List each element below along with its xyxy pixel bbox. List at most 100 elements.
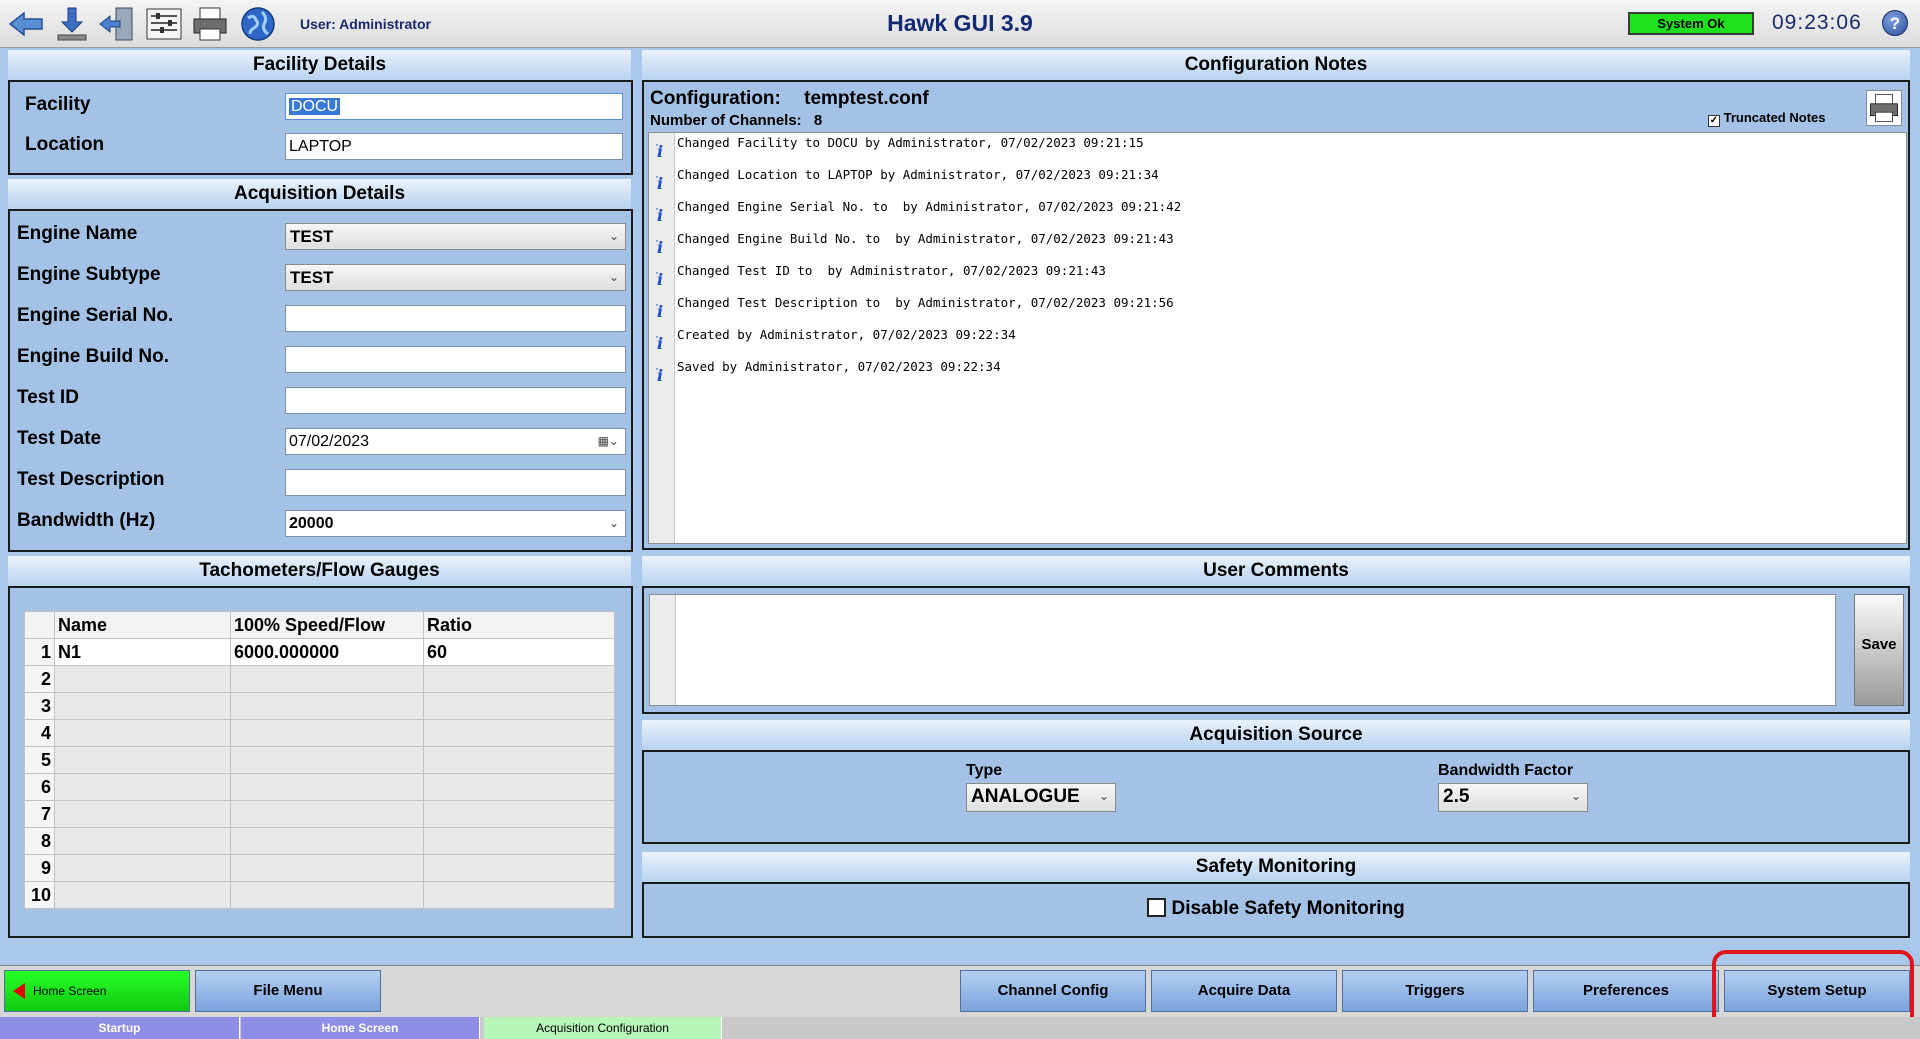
cell-name[interactable]	[54, 746, 231, 774]
tab-startup[interactable]: Startup	[0, 1017, 240, 1039]
table-row[interactable]: 4	[24, 719, 615, 747]
help-button[interactable]: ?	[1882, 10, 1908, 36]
triggers-button[interactable]: Triggers	[1342, 970, 1528, 1012]
cell-ratio[interactable]	[423, 881, 615, 909]
bandwidth-factor-select[interactable]: 2.5 ⌄	[1438, 783, 1588, 812]
system-setup-button[interactable]: System Setup	[1724, 970, 1910, 1012]
cell-ratio[interactable]	[423, 746, 615, 774]
channels-label: Number of Channels:	[650, 112, 802, 129]
tab-acquisition-configuration[interactable]: Acquisition Configuration	[484, 1017, 722, 1039]
comments-gutter	[650, 595, 676, 705]
table-row[interactable]: 9	[24, 854, 615, 882]
engine-subtype-select[interactable]: TEST ⌄	[285, 264, 626, 291]
cell-speed[interactable]	[230, 854, 424, 882]
cell-speed[interactable]	[230, 800, 424, 828]
list-item[interactable]: i Changed Facility to DOCU by Administrat…	[649, 133, 1899, 165]
calendar-icon[interactable]: ▦⌄	[598, 429, 619, 454]
cell-name[interactable]	[54, 692, 231, 720]
tab-home-screen[interactable]: Home Screen	[241, 1017, 480, 1039]
list-item[interactable]: i Created by Administrator, 07/02/2023 09…	[649, 325, 1899, 357]
top-toolbar: User: Administrator Hawk GUI 3.9 System …	[0, 0, 1920, 48]
cell-speed[interactable]	[230, 827, 424, 855]
test-date-value: 07/02/2023	[289, 433, 370, 450]
note-text: Changed Engine Build No. to by Administr…	[677, 231, 1174, 246]
table-row[interactable]: 10	[24, 881, 615, 909]
user-comments-input[interactable]	[649, 594, 1836, 706]
test-description-input[interactable]	[285, 469, 626, 496]
info-icon: i	[654, 362, 670, 385]
column-header-ratio[interactable]: Ratio	[423, 611, 615, 639]
type-select[interactable]: ANALOGUE ⌄	[966, 783, 1116, 812]
table-row[interactable]: 3	[24, 692, 615, 720]
table-row[interactable]: 6	[24, 773, 615, 801]
cell-ratio[interactable]	[423, 665, 615, 693]
info-icon: i	[654, 266, 670, 289]
cell-name[interactable]	[54, 800, 231, 828]
preferences-button[interactable]: Preferences	[1533, 970, 1719, 1012]
note-text: Created by Administrator, 07/02/2023 09:…	[677, 327, 1016, 342]
list-item[interactable]: i Changed Engine Build No. to by Administ…	[649, 229, 1899, 261]
cell-ratio[interactable]: 60	[423, 638, 615, 666]
note-text: Saved by Administrator, 07/02/2023 09:22…	[677, 359, 1001, 374]
table-row[interactable]: 7	[24, 800, 615, 828]
cell-name[interactable]	[54, 854, 231, 882]
notes-list[interactable]: i Changed Facility to DOCU by Administrat…	[648, 132, 1907, 544]
table-row[interactable]: 1 N1 6000.000000 60	[24, 638, 615, 666]
cell-ratio[interactable]	[423, 773, 615, 801]
cell-speed[interactable]	[230, 719, 424, 747]
cell-speed[interactable]	[230, 881, 424, 909]
column-header-speed[interactable]: 100% Speed/Flow	[230, 611, 424, 639]
bandwidth-select[interactable]: 20000 ⌄	[285, 510, 626, 537]
truncated-notes-toggle[interactable]: ✓ Truncated Notes	[1708, 110, 1825, 127]
save-comments-button[interactable]: Save	[1854, 594, 1904, 706]
cell-name[interactable]	[54, 719, 231, 747]
cell-speed[interactable]	[230, 773, 424, 801]
engine-name-select[interactable]: TEST ⌄	[285, 223, 626, 250]
config-notes-heading: Configuration Notes	[642, 50, 1910, 80]
bottom-nav: Home Screen File Menu Channel Config Acq…	[0, 965, 1920, 1017]
table-row[interactable]: 8	[24, 827, 615, 855]
list-item[interactable]: i Changed Engine Serial No. to by Adminis…	[649, 197, 1899, 229]
acquire-data-button[interactable]: Acquire Data	[1151, 970, 1337, 1012]
table-row[interactable]: 2	[24, 665, 615, 693]
list-item[interactable]: i Changed Location to LAPTOP by Administr…	[649, 165, 1899, 197]
test-id-input[interactable]	[285, 387, 626, 414]
table-row[interactable]: 5	[24, 746, 615, 774]
file-menu-button[interactable]: File Menu	[195, 970, 381, 1012]
disable-safety-checkbox[interactable]	[1147, 898, 1167, 917]
engine-serial-input[interactable]	[285, 305, 626, 332]
cell-speed[interactable]	[230, 746, 424, 774]
cell-ratio[interactable]	[423, 827, 615, 855]
disable-safety-toggle[interactable]: Disable Safety Monitoring	[644, 898, 1908, 920]
cell-ratio[interactable]	[423, 692, 615, 720]
test-date-input[interactable]: 07/02/2023 ▦⌄	[285, 428, 626, 455]
channel-config-button[interactable]: Channel Config	[960, 970, 1146, 1012]
list-item[interactable]: i Saved by Administrator, 07/02/2023 09:2…	[649, 357, 1899, 389]
cell-ratio[interactable]	[423, 800, 615, 828]
note-text: Changed Location to LAPTOP by Administra…	[677, 167, 1159, 182]
cell-name[interactable]: N1	[54, 638, 231, 666]
channels-value: 8	[813, 112, 823, 129]
cell-speed[interactable]: 6000.000000	[230, 638, 424, 666]
cell-name[interactable]	[54, 827, 231, 855]
tacho-heading: Tachometers/Flow Gauges	[8, 556, 631, 586]
list-item[interactable]: i Changed Test ID to by Administrator, 07…	[649, 261, 1899, 293]
channels-count: Number of Channels: 8	[650, 112, 822, 129]
home-screen-button[interactable]: Home Screen	[4, 970, 190, 1012]
cell-ratio[interactable]	[423, 854, 615, 882]
facility-input[interactable]: DOCU	[285, 93, 623, 120]
cell-name[interactable]	[54, 773, 231, 801]
cell-name[interactable]	[54, 881, 231, 909]
cell-speed[interactable]	[230, 692, 424, 720]
column-header-name[interactable]: Name	[54, 611, 231, 639]
list-item[interactable]: i Changed Test Description to by Administ…	[649, 293, 1899, 325]
cell-name[interactable]	[54, 665, 231, 693]
location-input[interactable]: LAPTOP	[285, 133, 623, 160]
screen-tabs: Startup Home Screen Acquisition Configur…	[0, 1017, 1920, 1039]
cell-ratio[interactable]	[423, 719, 615, 747]
row-number: 8	[24, 827, 55, 855]
engine-build-input[interactable]	[285, 346, 626, 373]
truncated-notes-checkbox[interactable]: ✓	[1708, 115, 1720, 127]
print-notes-button[interactable]	[1866, 90, 1902, 126]
cell-speed[interactable]	[230, 665, 424, 693]
